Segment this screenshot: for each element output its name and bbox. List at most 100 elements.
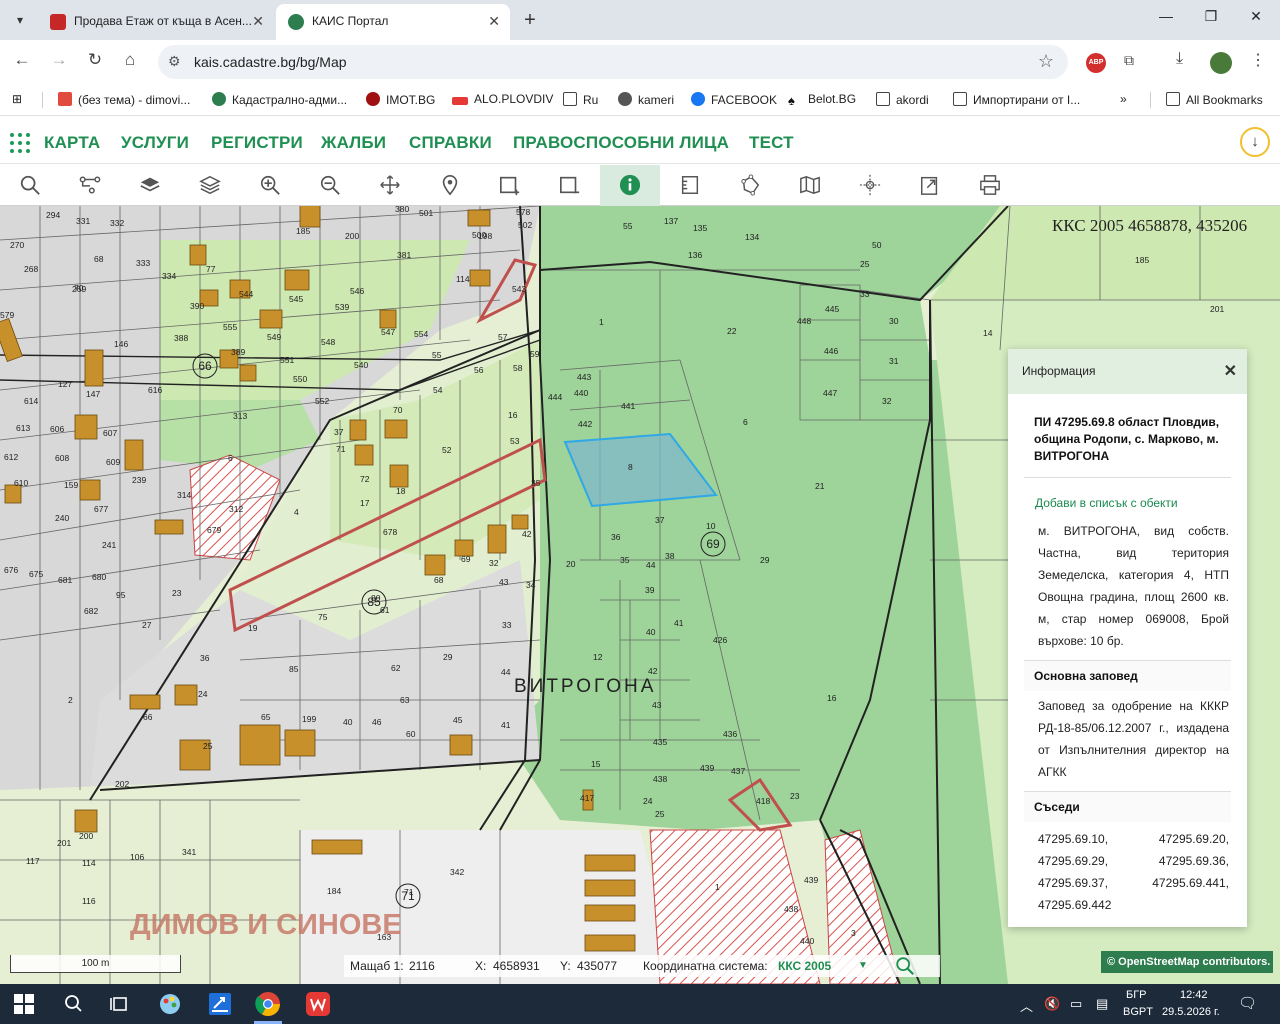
bookmark-alo[interactable]: ALO.PLOVDIV: [452, 92, 553, 106]
new-tab-button[interactable]: +: [518, 8, 542, 32]
search-icon[interactable]: [60, 990, 88, 1018]
map-icon[interactable]: [780, 165, 840, 206]
site-info-icon[interactable]: ⚙: [168, 53, 181, 70]
windows-start-icon[interactable]: [14, 994, 34, 1014]
chrome-icon[interactable]: [254, 990, 282, 1018]
reload-icon[interactable]: ↻: [83, 50, 107, 70]
nav-registers[interactable]: РЕГИСТРИ: [211, 133, 303, 153]
zoom-in-icon[interactable]: [240, 165, 300, 206]
task-view-icon[interactable]: [106, 990, 134, 1018]
language-bottom[interactable]: BGPT: [1123, 1006, 1153, 1018]
parcel-number-label: 554: [414, 329, 428, 339]
parcel-number-label: 332: [110, 218, 124, 228]
url-text[interactable]: kais.cadastre.bg/bg/Map: [194, 54, 347, 70]
nav-services[interactable]: УСЛУГИ: [121, 133, 189, 153]
more-bookmarks-icon[interactable]: »: [1120, 92, 1127, 106]
parcel-number-label: 342: [450, 867, 464, 877]
gmail-icon: [58, 92, 72, 106]
remote-desktop-icon[interactable]: [206, 990, 234, 1018]
tab-search-button[interactable]: ▾: [8, 8, 32, 32]
close-window-icon[interactable]: ✕: [1242, 8, 1270, 25]
bookmark-all[interactable]: All Bookmarks: [1166, 92, 1263, 107]
neighbor-item[interactable]: 47295.69.10,: [1038, 828, 1134, 850]
polygon-icon[interactable]: [720, 165, 780, 206]
wps-office-icon[interactable]: [304, 990, 332, 1018]
bookmark-star-icon[interactable]: ☆: [1038, 51, 1054, 72]
address-bar[interactable]: ⚙ kais.cadastre.bg/bg/Map ☆: [158, 45, 1068, 79]
layers-icon[interactable]: [120, 165, 180, 206]
neighbor-item[interactable]: 47295.69.36,: [1134, 850, 1229, 872]
zoom-out-icon[interactable]: [300, 165, 360, 206]
apps-icon[interactable]: ⊞: [12, 92, 22, 106]
nav-map[interactable]: КАРТА: [44, 133, 100, 153]
bookmark-cadastre[interactable]: Кадастрално-адми...: [212, 92, 347, 107]
crosshair-icon[interactable]: [840, 165, 900, 206]
bookmark-belot[interactable]: ♠ Belot.BG: [788, 92, 856, 108]
nav-qualified-persons[interactable]: ПРАВОСПОСОБНИ ЛИЦА: [513, 133, 729, 153]
messages-icon[interactable]: ▤: [1096, 996, 1108, 1012]
info-tool-icon[interactable]: [600, 165, 660, 206]
crs-select[interactable]: ККС 2005: [778, 959, 831, 973]
menu-icon[interactable]: ⋮: [1250, 50, 1266, 70]
browser-tab-active[interactable]: КАИС Портал ✕: [276, 4, 510, 40]
remove-selection-icon[interactable]: [540, 165, 600, 206]
close-icon[interactable]: ✕: [1224, 361, 1237, 381]
apps-grid-icon[interactable]: [10, 133, 30, 153]
neighbor-item[interactable]: 47295.69.442: [1038, 894, 1134, 916]
neighbor-item[interactable]: 47295.69.20,: [1134, 828, 1229, 850]
adblock-icon[interactable]: ABP: [1086, 53, 1106, 73]
neighbor-item[interactable]: 47295.69.441,: [1134, 872, 1229, 894]
parcel-number-label: 502: [518, 220, 532, 230]
export-icon[interactable]: [900, 165, 960, 206]
notifications-icon[interactable]: 🗨: [1238, 994, 1257, 1012]
downloads-icon[interactable]: ⤓: [1176, 50, 1183, 68]
volume-icon[interactable]: 🔇: [1044, 996, 1060, 1012]
nav-test[interactable]: ТЕСТ: [749, 133, 794, 153]
osm-attribution[interactable]: © OpenStreetMap contributors.: [1101, 951, 1273, 973]
layer-tree-icon[interactable]: [60, 165, 120, 206]
show-hidden-icons[interactable]: ︿: [1020, 996, 1033, 1015]
language-top[interactable]: БГР: [1126, 989, 1147, 1001]
bookmark-folder-akordi[interactable]: akordi: [876, 92, 929, 107]
bookmarks-bar: ⊞ (без тема) - dimovi... Кадастрално-адм…: [0, 84, 1280, 116]
restore-icon[interactable]: ❐: [1197, 8, 1225, 25]
home-icon[interactable]: ⌂: [118, 50, 142, 70]
extensions-icon[interactable]: ⧉: [1124, 52, 1134, 69]
network-icon[interactable]: ▭: [1070, 996, 1082, 1012]
location-pin-icon[interactable]: [420, 165, 480, 206]
bookmark-folder-imported[interactable]: Импортирани от I...: [953, 92, 1080, 107]
chevron-down-icon[interactable]: ▼: [858, 960, 868, 971]
search-tool-icon[interactable]: [0, 165, 60, 206]
pan-icon[interactable]: [360, 165, 420, 206]
bookmark-folder-ru[interactable]: Ru: [563, 92, 598, 107]
parcel-number-label: 680: [92, 572, 106, 582]
bookmark-facebook[interactable]: FACEBOOK: [691, 92, 777, 107]
bookmark-gmail[interactable]: (без тема) - dimovi...: [58, 92, 190, 107]
close-tab-icon[interactable]: ✕: [252, 4, 264, 38]
neighbor-item[interactable]: 47295.69.37,: [1038, 872, 1134, 894]
close-tab-icon[interactable]: ✕: [488, 4, 500, 38]
add-to-list-link[interactable]: Добави в списък с обекти: [1035, 496, 1247, 510]
nav-references[interactable]: СПРАВКИ: [409, 133, 492, 153]
minimize-icon[interactable]: —: [1152, 8, 1180, 24]
add-selection-icon[interactable]: [480, 165, 540, 206]
forward-icon[interactable]: →: [47, 50, 71, 70]
nav-complaints[interactable]: ЖАЛБИ: [321, 133, 386, 153]
cadastre-icon: [212, 92, 226, 106]
browser-tab[interactable]: Продава Етаж от къща в Асен... ✕: [38, 4, 274, 40]
measure-icon[interactable]: [660, 165, 720, 206]
back-icon[interactable]: ←: [10, 50, 34, 70]
neighbor-item[interactable]: 47295.69.29,: [1038, 850, 1134, 872]
parcel-number-label: 36: [611, 532, 621, 542]
layers-stack-icon[interactable]: [180, 165, 240, 206]
profile-avatar[interactable]: [1210, 52, 1232, 74]
scale-bar: 100 m: [10, 955, 181, 973]
clock-date[interactable]: 29.5.2026 г.: [1162, 1006, 1220, 1018]
coordinate-search-icon[interactable]: [894, 955, 916, 980]
download-icon[interactable]: ↓: [1240, 127, 1270, 157]
print-icon[interactable]: [960, 165, 1020, 206]
clock-time[interactable]: 12:42: [1180, 989, 1208, 1001]
paint-app-icon[interactable]: [156, 990, 184, 1018]
bookmark-imot[interactable]: IMOT.BG: [366, 92, 435, 107]
bookmark-kameri[interactable]: kameri: [618, 92, 674, 107]
